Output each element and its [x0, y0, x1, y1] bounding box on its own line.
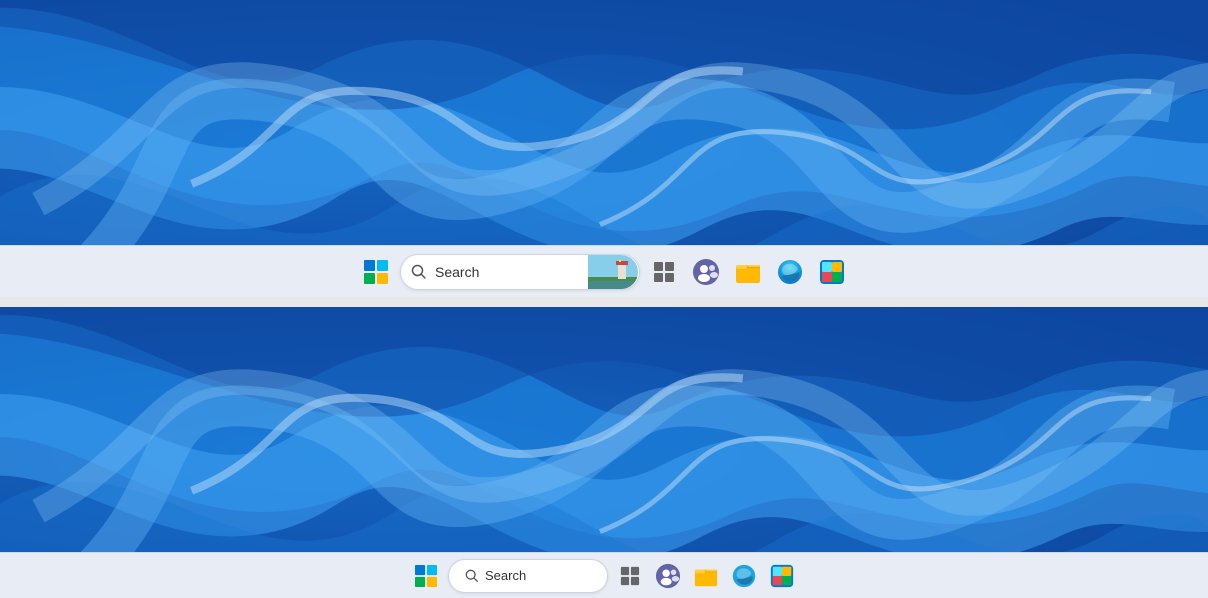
- search-bar-bottom[interactable]: Search: [448, 559, 608, 593]
- search-label-top: Search: [435, 264, 588, 280]
- teams-chat-button-bottom[interactable]: [652, 560, 684, 592]
- task-view-button-top[interactable]: [646, 254, 682, 290]
- top-desktop: [0, 0, 1208, 245]
- bottom-desktop: [0, 307, 1208, 552]
- search-thumbnail-top: [588, 255, 638, 289]
- start-button-top[interactable]: [358, 254, 394, 290]
- file-explorer-button-top[interactable]: [730, 254, 766, 290]
- ms-store-button-bottom[interactable]: [766, 560, 798, 592]
- edge-button-bottom[interactable]: [728, 560, 760, 592]
- file-explorer-button-bottom[interactable]: [690, 560, 722, 592]
- top-taskbar: Search: [0, 245, 1208, 297]
- task-view-button-bottom[interactable]: [614, 560, 646, 592]
- teams-chat-button-top[interactable]: [688, 254, 724, 290]
- bottom-screen-section: Search: [0, 307, 1208, 598]
- edge-button-top[interactable]: [772, 254, 808, 290]
- start-button-bottom[interactable]: [410, 560, 442, 592]
- search-label-bottom: Search: [485, 568, 591, 583]
- top-screen-section: Search: [0, 0, 1208, 297]
- ms-store-button-top[interactable]: [814, 254, 850, 290]
- search-bar-top[interactable]: Search: [400, 254, 640, 290]
- bottom-taskbar: Search: [0, 552, 1208, 598]
